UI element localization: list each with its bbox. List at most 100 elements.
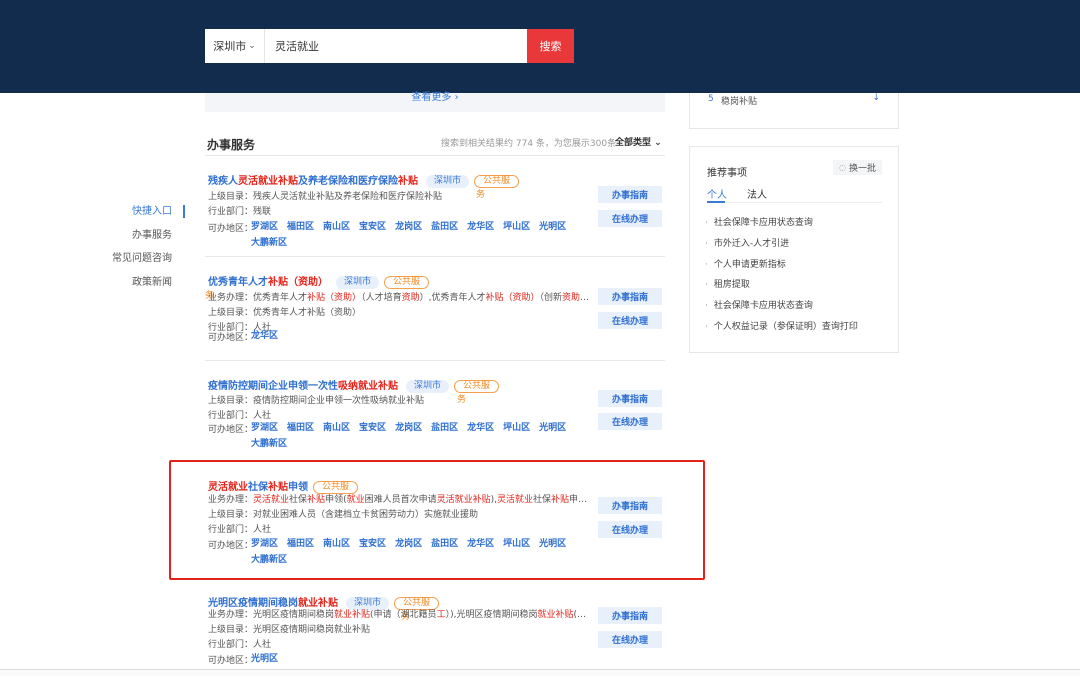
search-input[interactable] (265, 29, 527, 63)
recommend-item[interactable]: 个人权益记录（参保证明）查询打印 (705, 317, 858, 338)
result-title[interactable]: 优秀青年人才补贴（资助） 深圳市 公共服 (208, 273, 430, 289)
city-tag: 深圳市 (406, 380, 450, 393)
online-apply-button[interactable]: 在线办理 (598, 210, 662, 227)
hot-list-card: 5 稳岗补贴 ↓ (689, 93, 899, 129)
nav-item-services[interactable]: 办事服务 (100, 224, 185, 248)
recommend-item[interactable]: 租房提取 (705, 275, 858, 296)
result-meta-row: 上级目录：疫情防控期间企业申领一次性吸纳就业补贴 (208, 393, 593, 406)
nav-item-faq[interactable]: 常见问题咨询 (100, 247, 185, 271)
refresh-icon: ◌ (839, 163, 846, 172)
section-title: 办事服务 (207, 138, 256, 152)
change-batch-label: 换一批 (848, 164, 876, 174)
text-segment: 优秀青年人才 (208, 277, 268, 288)
search-button[interactable]: 搜索 (527, 29, 574, 63)
text-segment: 残疾人 (208, 176, 238, 187)
recommend-item[interactable]: 社会保障卡应用状态查询 (705, 296, 858, 317)
area-link[interactable]: 盐田区 (431, 220, 458, 236)
area-link[interactable]: 南山区 (323, 220, 350, 236)
text-segment: 行业部门： (208, 640, 254, 651)
area-link[interactable]: 大鹏新区 (251, 236, 287, 252)
result-title[interactable]: 疫情防控期间企业申领一次性吸纳就业补贴 深圳市 公共服 (208, 377, 500, 393)
online-apply-button[interactable]: 在线办理 (598, 413, 662, 430)
text-segment: 疫情防控期间企业申领一次性吸纳就业补贴 (253, 396, 425, 406)
text-segment: 人社 (253, 411, 272, 422)
tab-divider (707, 202, 882, 203)
area-link[interactable]: 龙岗区 (395, 220, 422, 236)
online-apply-button[interactable]: 在线办理 (598, 312, 662, 329)
nav-item-news[interactable]: 政策新闻 (100, 271, 185, 295)
area-list: 光明区 (251, 652, 581, 668)
area-link[interactable]: 罗湖区 (251, 220, 278, 236)
search-box: 深圳市 ⌄ (205, 29, 527, 63)
text-segment: ）),光明区疫情期间稳岗 (445, 610, 538, 620)
area-link[interactable]: 坪山区 (503, 421, 530, 437)
recommend-item[interactable]: 市外迁入-人才引进 (705, 234, 858, 255)
area-link[interactable]: 盐田区 (431, 421, 458, 437)
area-link[interactable]: 罗湖区 (251, 421, 278, 437)
result-item: 疫情防控期间企业申领一次性吸纳就业补贴 深圳市 公共服务上级目录：疫情防控期间企业申… (205, 361, 665, 471)
guide-button[interactable]: 办事指南 (598, 390, 662, 407)
area-label: 可办地区： (208, 224, 253, 234)
recommend-title: 推荐事项 (707, 168, 747, 179)
change-batch-button[interactable]: ◌ 换一批 (833, 160, 882, 175)
text-segment: 光明区疫情期间稳岗就业补贴 (253, 625, 371, 636)
highlight-text: 补贴 (307, 293, 326, 303)
text-segment: 残疾人灵活就业补贴及养老保险和医疗保险补贴 (253, 192, 443, 202)
guide-button[interactable]: 办事指南 (598, 186, 662, 203)
area-link[interactable]: 龙华区 (251, 329, 278, 345)
area-link[interactable]: 光明区 (539, 220, 566, 236)
area-list: 罗湖区 福田区 南山区 宝安区 龙岗区 盐田区 龙华区 坪山区 光明区大鹏新区 (251, 220, 581, 251)
area-link[interactable]: 宝安区 (359, 220, 386, 236)
area-link[interactable]: 宝安区 (359, 421, 386, 437)
result-title[interactable]: 残疾人灵活就业补贴及养老保险和医疗保险补贴 深圳市 公共服 (208, 172, 520, 188)
area-link[interactable]: 光明区 (539, 421, 566, 437)
guide-button[interactable]: 办事指南 (598, 607, 662, 624)
result-meta-row: 行业部门：人社 (208, 408, 593, 421)
text-segment: 上级目录： (208, 396, 254, 406)
text-segment: 疫情防控期间企业申领一次性 (208, 381, 338, 392)
highlight-text: 灵活就业补贴 (238, 176, 298, 187)
highlight-text: 资助 (562, 293, 581, 303)
area-link[interactable]: 坪山区 (503, 220, 530, 236)
online-apply-button[interactable]: 在线办理 (598, 631, 662, 648)
area-link[interactable]: 福田区 (287, 421, 314, 437)
area-link[interactable]: 大鹏新区 (251, 437, 287, 453)
text-segment: 人社 (253, 640, 272, 651)
area-label: 可办地区： (208, 425, 253, 435)
area-link[interactable]: 光明区 (251, 652, 278, 668)
text-segment: 优秀青年人才 (253, 293, 308, 303)
area-link[interactable]: 福田区 (287, 220, 314, 236)
text-segment: 上级目录： (208, 308, 254, 319)
highlight-text: 工 (436, 610, 446, 620)
recommend-item[interactable]: 社会保障卡应用状态查询 (705, 213, 858, 234)
bottom-scrollbar[interactable] (0, 669, 1080, 676)
area-link[interactable]: 南山区 (323, 421, 350, 437)
city-selector[interactable]: 深圳市 ⌄ (205, 29, 265, 63)
result-meta-row: 上级目录：优秀青年人才补贴（资助） (208, 305, 593, 318)
view-more-link[interactable]: 查看更多 › (205, 93, 665, 112)
area-label: 可办地区： (208, 333, 253, 343)
result-meta-row: 上级目录：残疾人灵活就业补贴及养老保险和医疗保险补贴 (208, 189, 593, 202)
text-segment: （创新 (539, 293, 563, 303)
area-link[interactable]: 龙华区 (467, 220, 494, 236)
guide-button[interactable]: 办事指南 (598, 288, 662, 305)
text-segment: ）,优秀青年人才 (419, 293, 486, 303)
area-link[interactable]: 龙岗区 (395, 421, 422, 437)
result-meta-row: 行业部门：人社 (208, 637, 593, 650)
hot-item-rank: 5 (708, 94, 714, 104)
hot-item-label[interactable]: 稳岗补贴 (721, 94, 757, 107)
recommend-item[interactable]: 个人申请更新指标 (705, 255, 858, 276)
highlight-text: 补贴 (398, 176, 418, 187)
city-label: 深圳市 (213, 40, 247, 53)
tab-personal[interactable]: 个人 (707, 186, 727, 201)
tab-legal-person[interactable]: 法人 (747, 186, 767, 201)
text-segment: 上级目录： (208, 192, 254, 202)
area-label: 可办地区： (208, 656, 253, 666)
nav-item-quick-entry[interactable]: 快捷入口 (100, 200, 185, 224)
type-filter-dropdown[interactable]: 全部类型 ⌄ (615, 135, 662, 148)
area-link[interactable]: 龙华区 (467, 421, 494, 437)
text-segment: (申请（湖北籍员 (370, 610, 437, 620)
tab-active-underline (707, 201, 725, 203)
area-list: 龙华区 (251, 329, 581, 345)
result-meta-row: 上级目录：光明区疫情期间稳岗就业补贴 (208, 622, 593, 635)
